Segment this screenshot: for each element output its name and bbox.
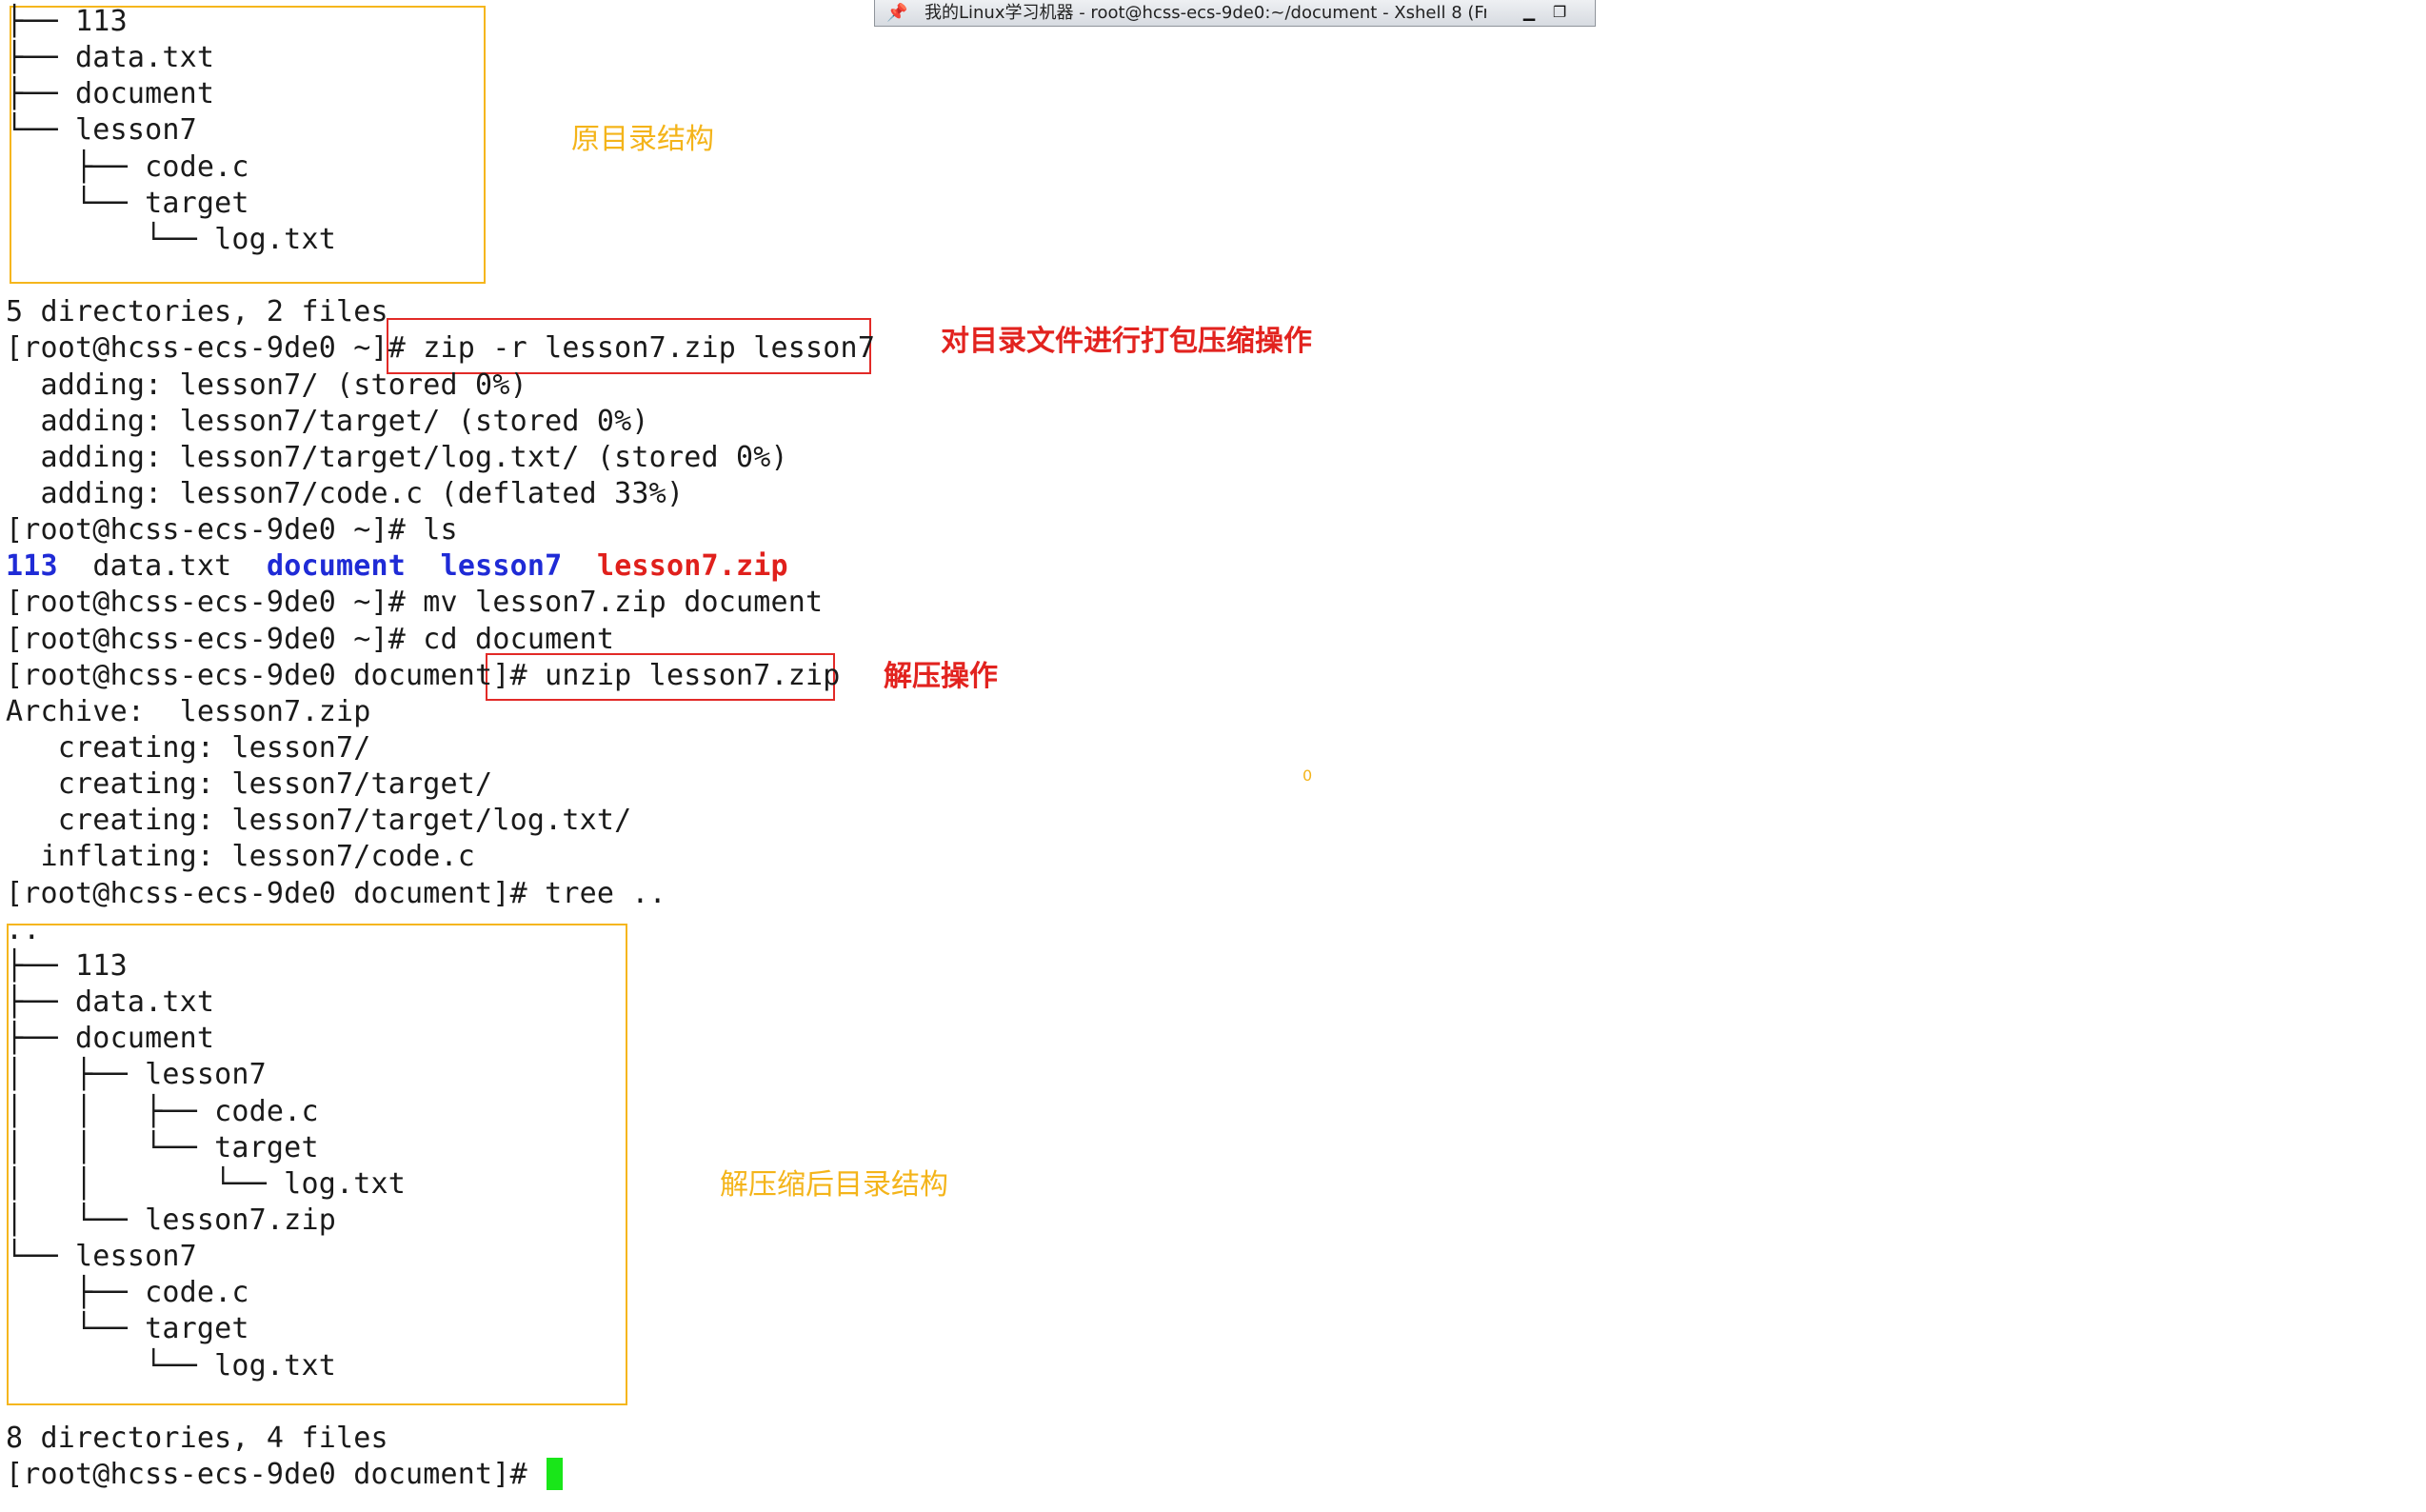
terminal-line-text: adding: lesson7/target/log.txt/ (stored … bbox=[6, 440, 788, 474]
terminal-line: ├── 113 bbox=[6, 948, 128, 985]
terminal-line: 113 data.txt document lesson7 lesson7.zi… bbox=[6, 548, 788, 585]
terminal-line-text: ├── document bbox=[6, 1022, 215, 1056]
terminal-line: └── lesson7 bbox=[6, 1239, 197, 1275]
terminal-line: adding: lesson7/ (stored 0%) bbox=[6, 368, 527, 404]
terminal-line-text: └── log.txt bbox=[6, 222, 336, 256]
terminal-cursor bbox=[547, 1458, 564, 1490]
minimize-icon[interactable]: ▁ bbox=[1519, 3, 1540, 22]
terminal-line-text: [root@hcss-ecs-9de0 ~]# cd document bbox=[6, 622, 615, 656]
restore-icon[interactable]: ❐ bbox=[1549, 3, 1570, 22]
terminal-line-text: Archive: lesson7.zip bbox=[6, 694, 371, 728]
terminal-line: [root@hcss-ecs-9de0 ~]# zip -r lesson7.z… bbox=[6, 330, 875, 367]
terminal-line: [root@hcss-ecs-9de0 ~]# mv lesson7.zip d… bbox=[6, 585, 823, 621]
terminal-line-text: └── lesson7 bbox=[6, 113, 197, 148]
terminal-line-text: └── lesson7 bbox=[6, 1240, 197, 1274]
terminal-line: [root@hcss-ecs-9de0 ~]# ls bbox=[6, 512, 458, 548]
terminal-line-text bbox=[406, 549, 441, 583]
terminal-line: │ └── lesson7.zip bbox=[6, 1203, 336, 1239]
terminal-line: [root@hcss-ecs-9de0 document]# tree .. bbox=[6, 876, 666, 912]
terminal-line: └── log.txt bbox=[6, 1348, 336, 1384]
terminal-line: └── lesson7 bbox=[6, 112, 197, 149]
pin-icon[interactable]: 📌 bbox=[886, 0, 907, 26]
terminal-line: └── target bbox=[6, 1311, 249, 1347]
terminal-line-text: 8 directories, 4 files bbox=[6, 1421, 388, 1455]
terminal-line: adding: lesson7/code.c (deflated 33%) bbox=[6, 476, 684, 512]
terminal-line-text: .. bbox=[6, 912, 41, 946]
terminal-line-text: data.txt bbox=[57, 549, 267, 584]
terminal-line: [root@hcss-ecs-9de0 document]# bbox=[6, 1457, 564, 1493]
annotation-zip-operation: 对目录文件进行打包压缩操作 bbox=[941, 325, 1312, 358]
terminal-line: ├── code.c bbox=[6, 1275, 249, 1311]
terminal-line-text: [root@hcss-ecs-9de0 document]# tree .. bbox=[6, 876, 666, 910]
terminal-line: │ │ ├── code.c bbox=[6, 1094, 319, 1130]
terminal-line-text: [root@hcss-ecs-9de0 ~]# mv lesson7.zip d… bbox=[6, 586, 824, 620]
terminal-line: │ │ └── target bbox=[6, 1130, 319, 1166]
terminal-line-text: │ │ ├── code.c bbox=[6, 1094, 319, 1128]
terminal-line: │ ├── lesson7 bbox=[6, 1057, 267, 1093]
terminal-line-text: ├── data.txt bbox=[6, 41, 215, 75]
terminal-line-text: creating: lesson7/ bbox=[6, 731, 371, 765]
terminal-line-text: adding: lesson7/ (stored 0%) bbox=[6, 368, 527, 402]
terminal-line: 8 directories, 4 files bbox=[6, 1421, 388, 1457]
terminal-line-text: │ └── lesson7.zip bbox=[6, 1203, 336, 1237]
terminal-line-text: document bbox=[266, 549, 407, 584]
terminal-line-text: │ ├── lesson7 bbox=[6, 1058, 267, 1092]
terminal-line: creating: lesson7/ bbox=[6, 730, 371, 766]
terminal-line: │ │ └── log.txt bbox=[6, 1166, 406, 1203]
terminal-line-text: [root@hcss-ecs-9de0 document]# unzip les… bbox=[6, 658, 841, 692]
terminal-line-text: └── target bbox=[6, 1312, 249, 1346]
terminal-line-text: ├── 113 bbox=[6, 5, 128, 38]
annotation-original-structure: 原目录结构 bbox=[571, 123, 714, 156]
terminal-line-text: ├── 113 bbox=[6, 948, 128, 983]
terminal-line: └── log.txt bbox=[6, 222, 336, 258]
terminal-line-text: └── target bbox=[6, 186, 249, 220]
terminal-line: .. bbox=[6, 912, 41, 948]
annotation-after-structure: 解压缩后目录结构 bbox=[720, 1168, 948, 1202]
window-titlebar[interactable]: 📌 我的Linux学习机器 - root@hcss-ecs-9de0:~/doc… bbox=[874, 0, 1596, 27]
terminal-line-text: └── log.txt bbox=[6, 1348, 336, 1383]
terminal-line-text: │ │ └── log.txt bbox=[6, 1166, 407, 1201]
terminal-line: 5 directories, 2 files bbox=[6, 294, 388, 330]
annotation-stray-mark: 0 bbox=[1302, 766, 1313, 785]
terminal-line-text: [root@hcss-ecs-9de0 ~]# ls bbox=[6, 513, 458, 547]
terminal-line: adding: lesson7/target/ (stored 0%) bbox=[6, 404, 649, 440]
window-title: 我的Linux学习机器 - root@hcss-ecs-9de0:~/docum… bbox=[925, 3, 1486, 23]
terminal-line: ├── data.txt bbox=[6, 985, 214, 1021]
terminal-line: ├── 113 bbox=[6, 4, 128, 40]
terminal-line-text: 5 directories, 2 files bbox=[6, 295, 388, 329]
terminal-line-text: lesson7.zip bbox=[596, 549, 788, 584]
terminal-line: adding: lesson7/target/log.txt/ (stored … bbox=[6, 440, 788, 476]
terminal-line: [root@hcss-ecs-9de0 ~]# cd document bbox=[6, 622, 614, 658]
terminal-line-text: adding: lesson7/code.c (deflated 33%) bbox=[6, 476, 685, 510]
terminal-line-text bbox=[562, 549, 597, 583]
terminal-output[interactable]: ├── 113 ├── data.txt ├── document └── lesso… bbox=[0, 0, 2426, 1512]
terminal-line-text: adding: lesson7/target/ (stored 0%) bbox=[6, 404, 649, 438]
terminal-line-text: 113 bbox=[6, 549, 58, 584]
terminal-line: ├── data.txt bbox=[6, 40, 214, 76]
terminal-line: ├── document bbox=[6, 76, 214, 112]
terminal-line: creating: lesson7/target/log.txt/ bbox=[6, 803, 631, 839]
terminal-line-text: lesson7 bbox=[440, 549, 563, 584]
annotation-unzip-operation: 解压操作 bbox=[884, 660, 998, 693]
terminal-line-text: inflating: lesson7/code.c bbox=[6, 840, 476, 874]
terminal-line: [root@hcss-ecs-9de0 document]# unzip les… bbox=[6, 658, 841, 694]
terminal-line: creating: lesson7/target/ bbox=[6, 766, 492, 803]
terminal-line: ├── code.c bbox=[6, 149, 249, 186]
terminal-line-text: [root@hcss-ecs-9de0 ~]# zip -r lesson7.z… bbox=[6, 331, 876, 366]
terminal-line-text: [root@hcss-ecs-9de0 document]# bbox=[6, 1458, 546, 1491]
terminal-line-text: ├── code.c bbox=[6, 149, 249, 184]
terminal-line-text: creating: lesson7/target/ bbox=[6, 767, 493, 802]
terminal-line: ├── document bbox=[6, 1021, 214, 1057]
terminal-line-text: creating: lesson7/target/log.txt/ bbox=[6, 804, 632, 838]
terminal-line-text: ├── document bbox=[6, 77, 215, 111]
terminal-line: inflating: lesson7/code.c bbox=[6, 839, 475, 875]
terminal-line: Archive: lesson7.zip bbox=[6, 694, 371, 730]
terminal-line-text: │ │ └── target bbox=[6, 1130, 319, 1164]
terminal-line-text: ├── data.txt bbox=[6, 985, 215, 1020]
terminal-line-text: ├── code.c bbox=[6, 1276, 249, 1310]
terminal-line: └── target bbox=[6, 186, 249, 222]
